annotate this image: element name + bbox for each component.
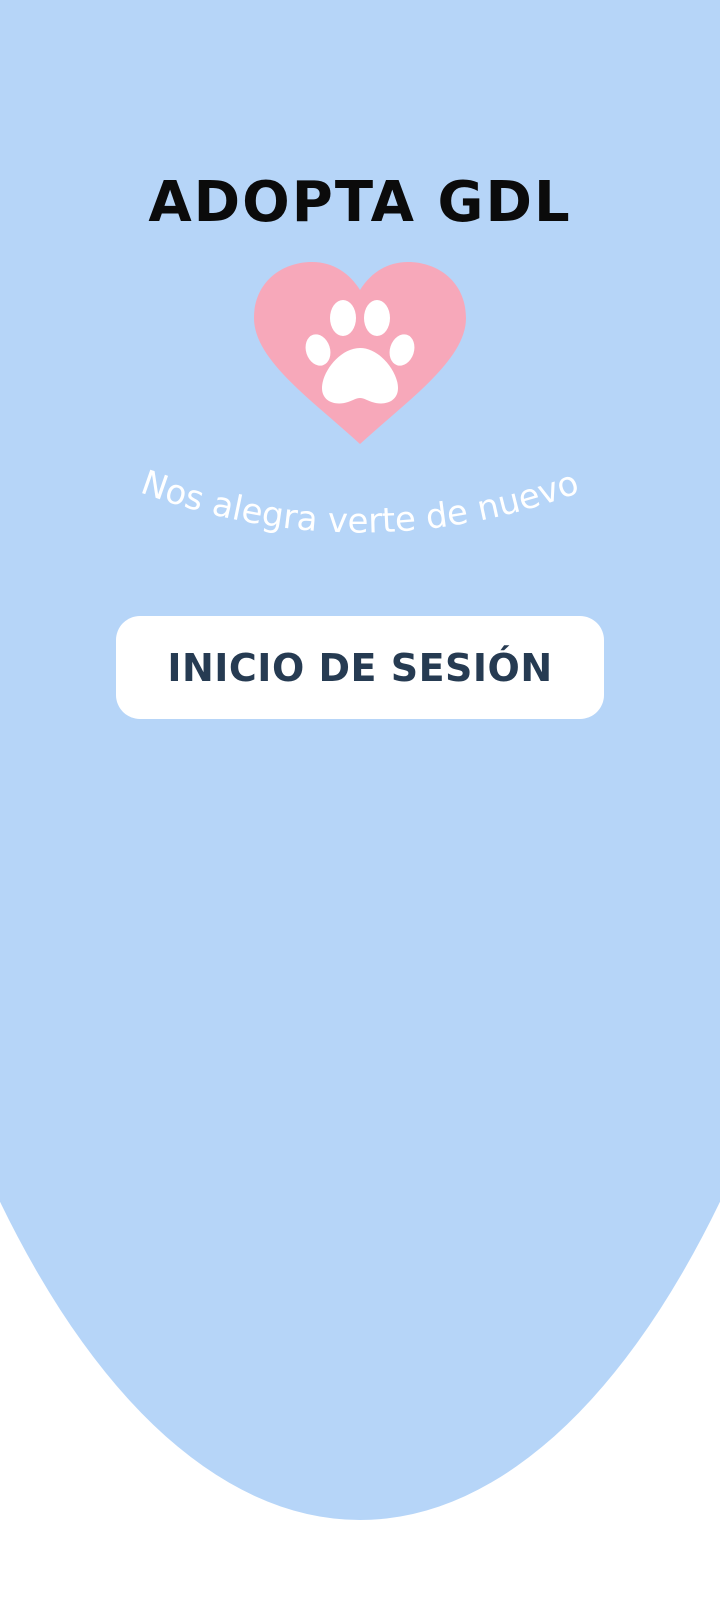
greeting-label: ¡Nos alegra verte de nuevo! xyxy=(110,440,584,542)
login-button[interactable]: INICIO DE SESIÓN xyxy=(116,616,604,719)
svg-text:¡Nos alegra verte de nuevo!: ¡Nos alegra verte de nuevo! xyxy=(110,440,584,542)
greeting-text: ¡Nos alegra verte de nuevo! xyxy=(110,440,584,542)
heart-paw-icon xyxy=(254,262,466,444)
welcome-screen: ADOPTA GDL ¡Nos alegra verte de nuevo! I… xyxy=(0,0,720,1600)
app-title: ADOPTA GDL xyxy=(148,170,572,235)
